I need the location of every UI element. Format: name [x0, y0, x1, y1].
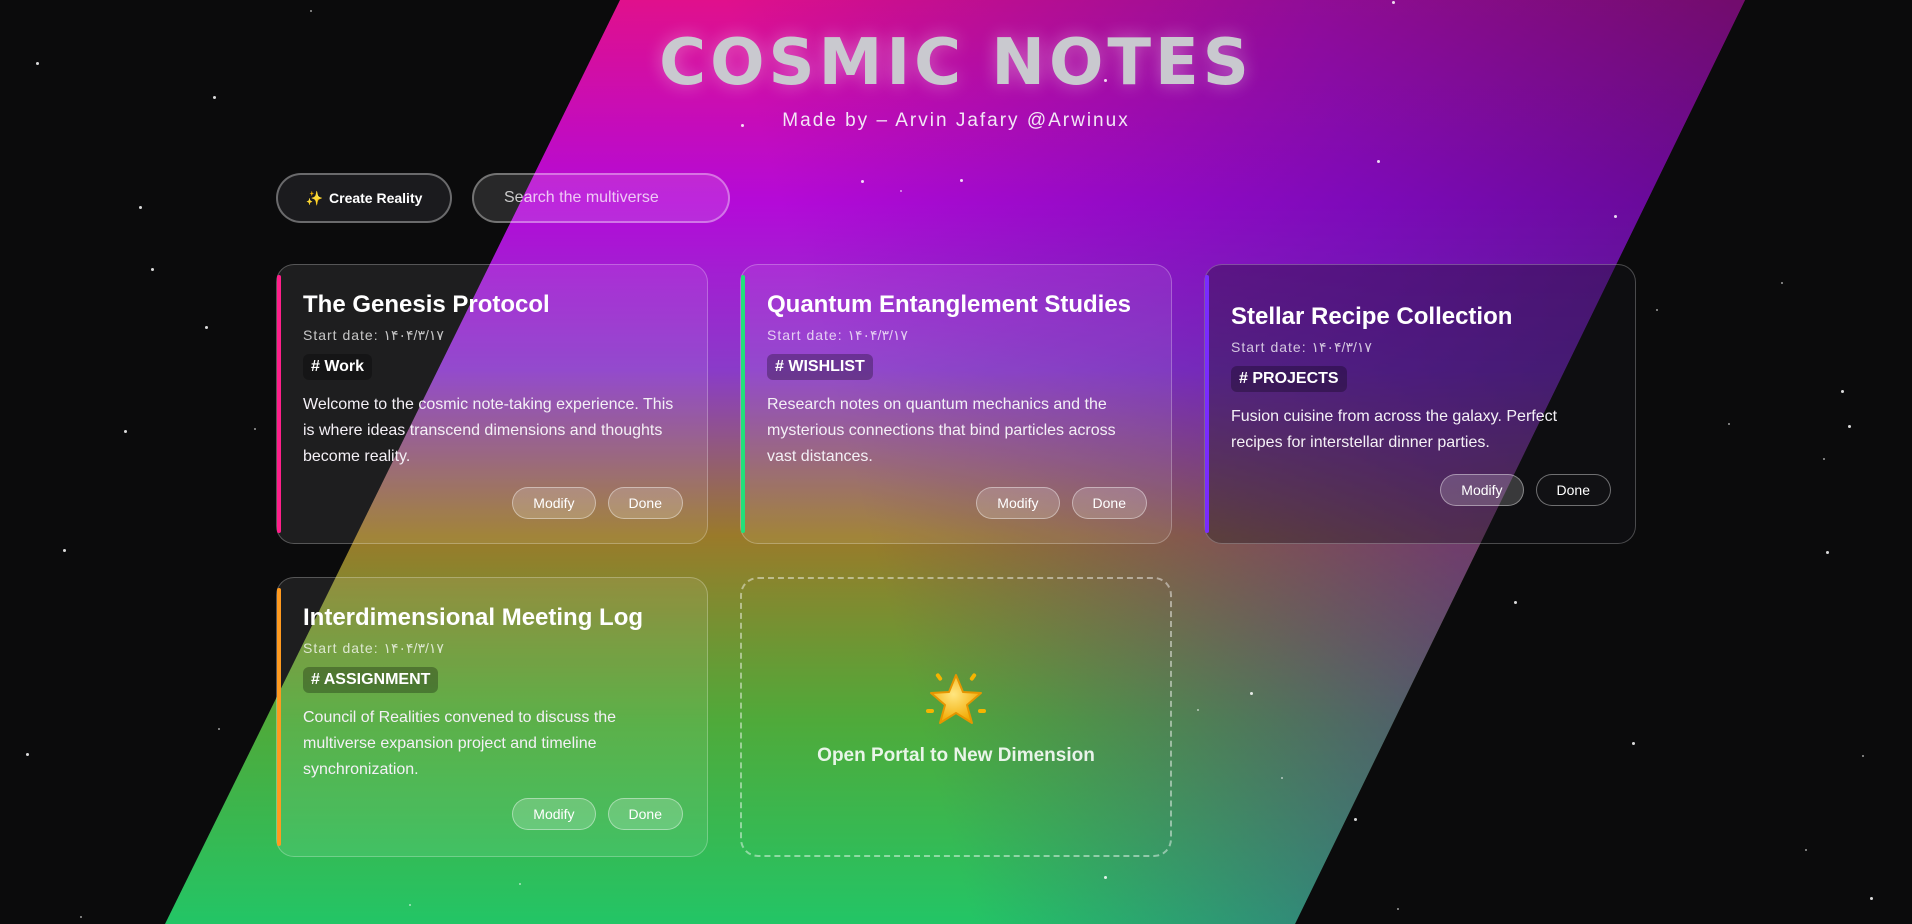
- done-button[interactable]: Done: [1535, 474, 1611, 506]
- note-body: Welcome to the cosmic note-taking experi…: [303, 396, 674, 465]
- note-actions: Modify Done: [976, 487, 1147, 519]
- note-accent-bar: [277, 275, 281, 533]
- sparkles-icon: ✨: [305, 189, 324, 206]
- note-tag: # ASSIGNMENT: [303, 667, 439, 693]
- note-tag: # Work: [303, 354, 373, 380]
- note-accent-bar: [277, 588, 281, 846]
- create-reality-label: Create Reality: [329, 190, 423, 206]
- note-card: Stellar Recipe Collection Start date: ۱۴…: [1204, 264, 1636, 544]
- done-button[interactable]: Done: [607, 487, 683, 519]
- note-accent-bar: [741, 275, 745, 533]
- app-subtitle: Made by – Arvin Jafary @Arwinux: [782, 110, 1130, 131]
- note-actions: Modify Done: [512, 487, 683, 519]
- note-date: Start date: ۱۴۰۴/۳/۱۷: [303, 640, 444, 656]
- search-input[interactable]: [472, 173, 730, 223]
- note-body: Fusion cuisine from across the galaxy. P…: [1231, 408, 1558, 451]
- app-title: COSMIC NOTES: [659, 26, 1253, 100]
- portal-label: Open Portal to New Dimension: [817, 745, 1095, 766]
- note-card: Quantum Entanglement Studies Start date:…: [740, 264, 1172, 544]
- note-title: Quantum Entanglement Studies: [767, 291, 1132, 318]
- note-title: Interdimensional Meeting Log: [303, 604, 644, 631]
- modify-button[interactable]: Modify: [976, 487, 1060, 519]
- note-actions: Modify Done: [512, 798, 683, 830]
- note-body: Research notes on quantum mechanics and …: [767, 396, 1116, 465]
- note-accent-bar: [1205, 275, 1209, 533]
- new-note-portal[interactable]: Open Portal to New Dimension: [740, 577, 1172, 857]
- note-body: Council of Realities convened to discuss…: [303, 709, 617, 778]
- note-tag: # WISHLIST: [767, 354, 873, 380]
- note-card: The Genesis Protocol Start date: ۱۴۰۴/۳/…: [276, 264, 708, 544]
- done-button[interactable]: Done: [1071, 487, 1147, 519]
- note-tag: # PROJECTS: [1231, 366, 1347, 392]
- done-button[interactable]: Done: [607, 798, 683, 830]
- create-reality-button[interactable]: ✨ Create Reality: [276, 173, 452, 223]
- note-actions: Modify Done: [1440, 474, 1611, 506]
- note-title: Stellar Recipe Collection: [1231, 303, 1513, 330]
- note-title: The Genesis Protocol: [303, 291, 550, 318]
- modify-button[interactable]: Modify: [512, 798, 596, 830]
- star-icon: [926, 673, 986, 724]
- note-date: Start date: ۱۴۰۴/۳/۱۷: [1231, 339, 1372, 355]
- modify-button[interactable]: Modify: [512, 487, 596, 519]
- note-date: Start date: ۱۴۰۴/۳/۱۷: [767, 327, 908, 343]
- note-card: Interdimensional Meeting Log Start date:…: [276, 577, 708, 857]
- note-date: Start date: ۱۴۰۴/۳/۱۷: [303, 327, 444, 343]
- modify-button[interactable]: Modify: [1440, 474, 1524, 506]
